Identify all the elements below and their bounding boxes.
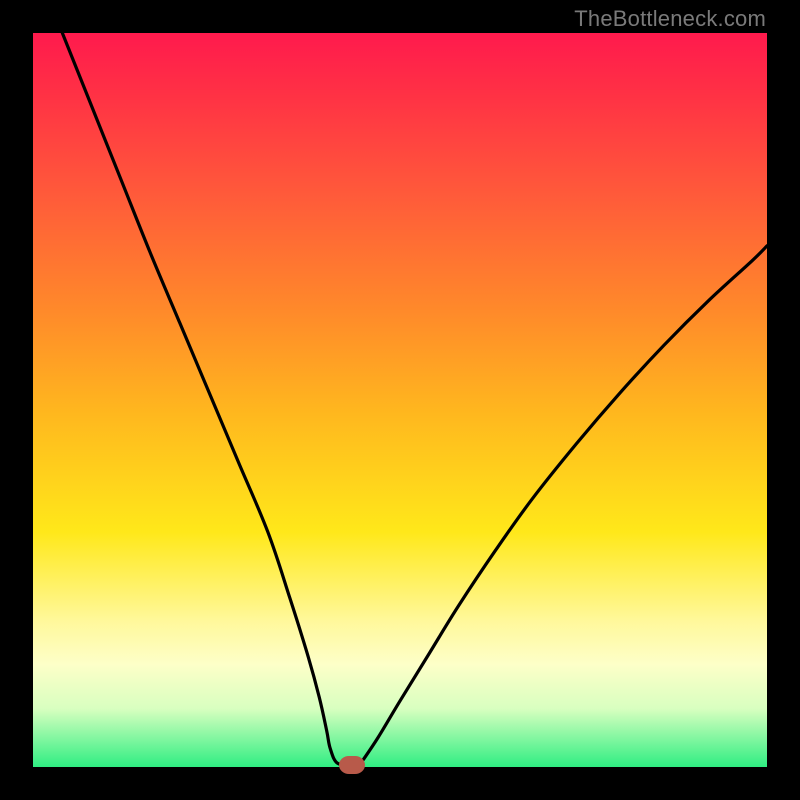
chart-frame: TheBottleneck.com: [0, 0, 800, 800]
bottleneck-curve: [33, 33, 767, 767]
optimal-point-marker: [339, 756, 365, 774]
watermark-text: TheBottleneck.com: [574, 6, 766, 32]
plot-area: [33, 33, 767, 767]
